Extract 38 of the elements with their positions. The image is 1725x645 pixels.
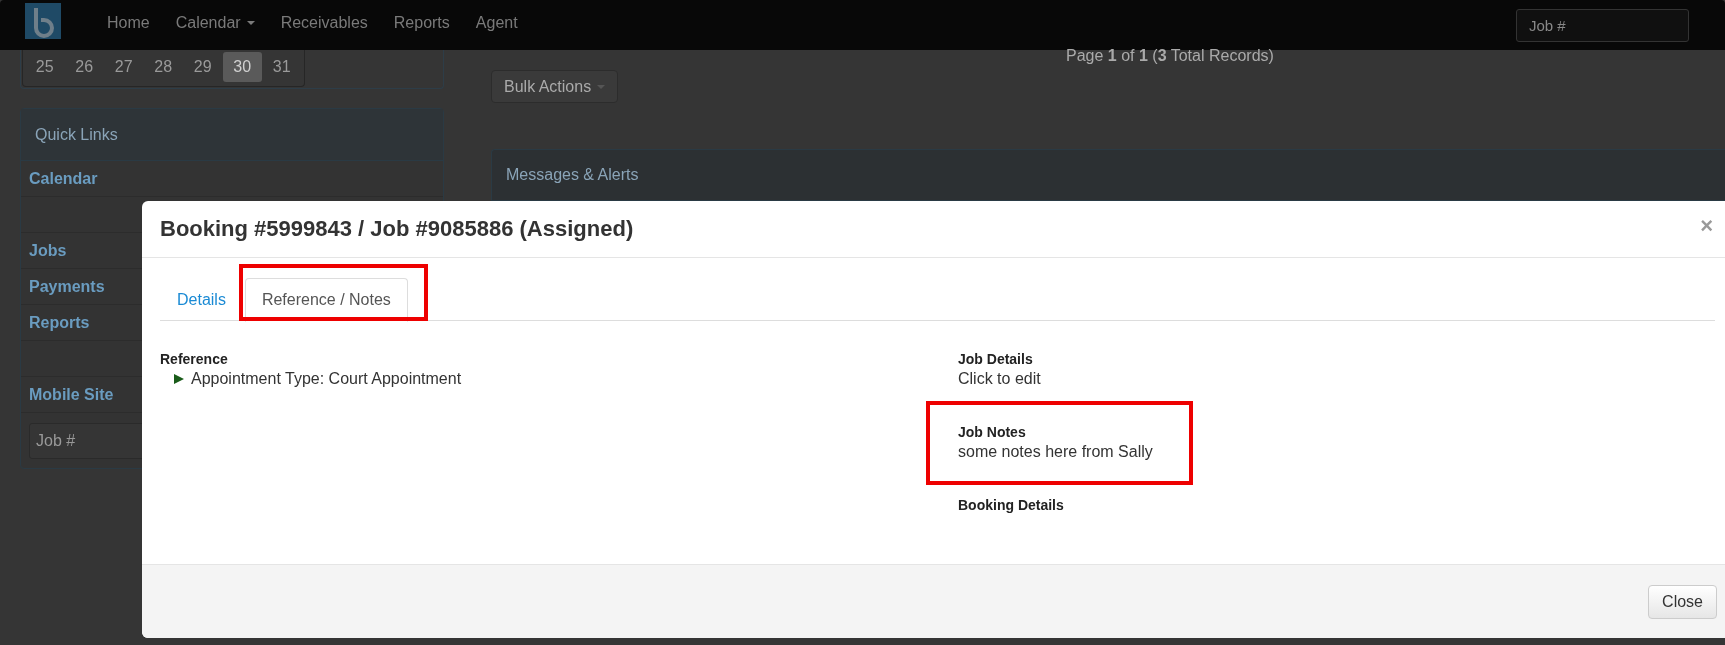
calendar-day[interactable]: 26: [64, 52, 104, 82]
modal-title: Booking #5999843 / Job #9085886 (Assigned): [160, 216, 634, 242]
tab[interactable]: Reference / Notes: [244, 278, 408, 322]
list-item-text: Appointment Type: Court Appointment: [191, 369, 462, 389]
nav-link[interactable]: Agent: [475, 14, 518, 32]
panel-title: Quick Links: [35, 125, 118, 144]
caret-icon: [597, 85, 606, 90]
calendar-day[interactable]: 31: [262, 52, 302, 82]
triangle-icon: [174, 374, 184, 384]
section-text: some notes here from Sally: [958, 442, 1153, 462]
calendar-day[interactable]: 29: [183, 52, 223, 82]
close-button[interactable]: Close: [1648, 584, 1717, 619]
calendar-day[interactable]: 25: [25, 52, 65, 82]
section-text: Click to edit: [958, 369, 1041, 389]
calendar-day[interactable]: 30: [222, 52, 262, 82]
close-icon[interactable]: ×: [1700, 213, 1713, 239]
sidebar-link[interactable]: Reports: [29, 313, 90, 332]
sidebar-link[interactable]: Payments: [29, 277, 105, 296]
section-heading: Booking Details: [958, 496, 1064, 514]
sidebar-link[interactable]: Mobile Site: [29, 385, 114, 404]
nav-link[interactable]: Receivables: [280, 14, 368, 32]
bulk-actions-button[interactable]: Bulk Actions: [491, 70, 619, 103]
calendar-day[interactable]: 28: [143, 52, 183, 82]
logo-icon[interactable]: [25, 3, 61, 39]
section-heading: Job Details: [958, 350, 1033, 368]
sidebar-link[interactable]: Calendar: [29, 169, 98, 188]
section-heading: Reference: [160, 350, 228, 368]
nav-link[interactable]: Reports: [393, 14, 450, 32]
calendar-day[interactable]: 27: [104, 52, 144, 82]
nav-link[interactable]: Home: [107, 14, 150, 32]
nav-link[interactable]: Calendar: [175, 14, 255, 32]
sidebar-link[interactable]: Jobs: [29, 241, 67, 260]
caret-icon: [246, 21, 255, 25]
pagination-text: Page 1 of 1 (3 Total Records): [1066, 47, 1274, 65]
search-field[interactable]: Job #: [1516, 8, 1689, 42]
section-heading: Job Notes: [958, 423, 1026, 441]
tab[interactable]: Details: [160, 278, 243, 321]
panel-title: Messages & Alerts: [506, 166, 639, 184]
